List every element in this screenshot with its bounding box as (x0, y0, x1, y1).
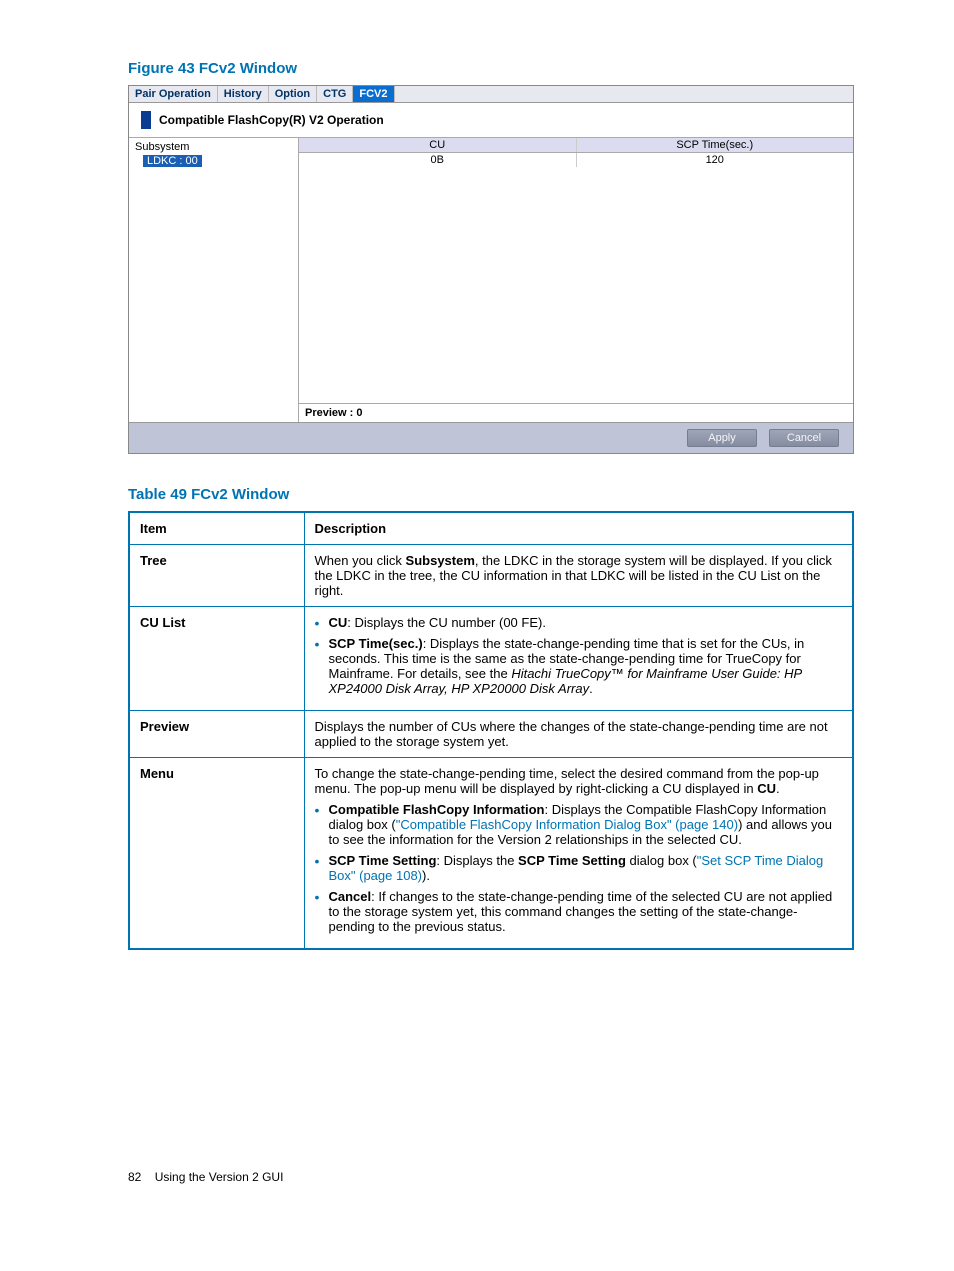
tab-fcv2[interactable]: FCV2 (353, 86, 394, 102)
list-item: CU: Displays the CU number (00 FE). (315, 615, 843, 630)
row-key-menu: Menu (129, 758, 304, 950)
list-item: SCP Time Setting: Displays the SCP Time … (315, 853, 843, 883)
col-scp-time: SCP Time(sec.) (577, 138, 854, 152)
cu-table-body: 0B 120 (299, 153, 853, 403)
row-key-culist: CU List (129, 607, 304, 711)
row-desc-tree: When you click Subsystem, the LDKC in th… (304, 545, 853, 607)
preview-label: Preview : 0 (299, 404, 853, 422)
tab-pair-operation[interactable]: Pair Operation (129, 86, 218, 102)
fcv2-window-screenshot: Pair Operation History Option CTG FCV2 C… (128, 85, 854, 454)
section-name: Using the Version 2 GUI (155, 1170, 284, 1184)
list-item: SCP Time(sec.): Displays the state-chang… (315, 636, 843, 696)
row-desc-menu: To change the state-change-pending time,… (304, 758, 853, 950)
cancel-button[interactable]: Cancel (769, 429, 839, 447)
apply-button[interactable]: Apply (687, 429, 757, 447)
subsystem-tree[interactable]: Subsystem LDKC : 00 (129, 138, 299, 422)
table-row[interactable]: 0B 120 (299, 153, 853, 167)
row-key-tree: Tree (129, 545, 304, 607)
table-row: Tree When you click Subsystem, the LDKC … (129, 545, 853, 607)
list-item: Compatible FlashCopy Information: Displa… (315, 802, 843, 847)
th-description: Description (304, 512, 853, 545)
tab-ctg[interactable]: CTG (317, 86, 353, 102)
figure-title: Figure 43 FCv2 Window (128, 60, 854, 77)
row-desc-preview: Displays the number of CUs where the cha… (304, 711, 853, 758)
table-row: Preview Displays the number of CUs where… (129, 711, 853, 758)
list-item: Cancel: If changes to the state-change-p… (315, 889, 843, 934)
panel-heading-text: Compatible FlashCopy(R) V2 Operation (159, 113, 384, 127)
table-row: CU List CU: Displays the CU number (00 F… (129, 607, 853, 711)
tab-option[interactable]: Option (269, 86, 317, 102)
page-footer: 82 Using the Version 2 GUI (128, 1170, 854, 1184)
tree-child-ldkc[interactable]: LDKC : 00 (143, 155, 294, 167)
tab-bar: Pair Operation History Option CTG FCV2 (129, 86, 853, 103)
cu-table-header: CU SCP Time(sec.) (299, 138, 853, 153)
col-cu: CU (299, 138, 577, 152)
cell-cu: 0B (299, 153, 577, 167)
link-fc-info-dialog[interactable]: "Compatible FlashCopy Information Dialog… (396, 817, 738, 832)
row-desc-culist: CU: Displays the CU number (00 FE). SCP … (304, 607, 853, 711)
tree-root[interactable]: Subsystem (133, 140, 294, 154)
row-key-preview: Preview (129, 711, 304, 758)
th-item: Item (129, 512, 304, 545)
heading-badge-icon (141, 111, 151, 129)
table-title: Table 49 FCv2 Window (128, 486, 854, 503)
page-number: 82 (128, 1170, 141, 1184)
table-row: Menu To change the state-change-pending … (129, 758, 853, 950)
panel-heading: Compatible FlashCopy(R) V2 Operation (129, 103, 853, 137)
tab-history[interactable]: History (218, 86, 269, 102)
dialog-footer: Apply Cancel (129, 422, 853, 453)
fcv2-description-table: Item Description Tree When you click Sub… (128, 511, 854, 950)
cell-scp: 120 (577, 153, 854, 167)
